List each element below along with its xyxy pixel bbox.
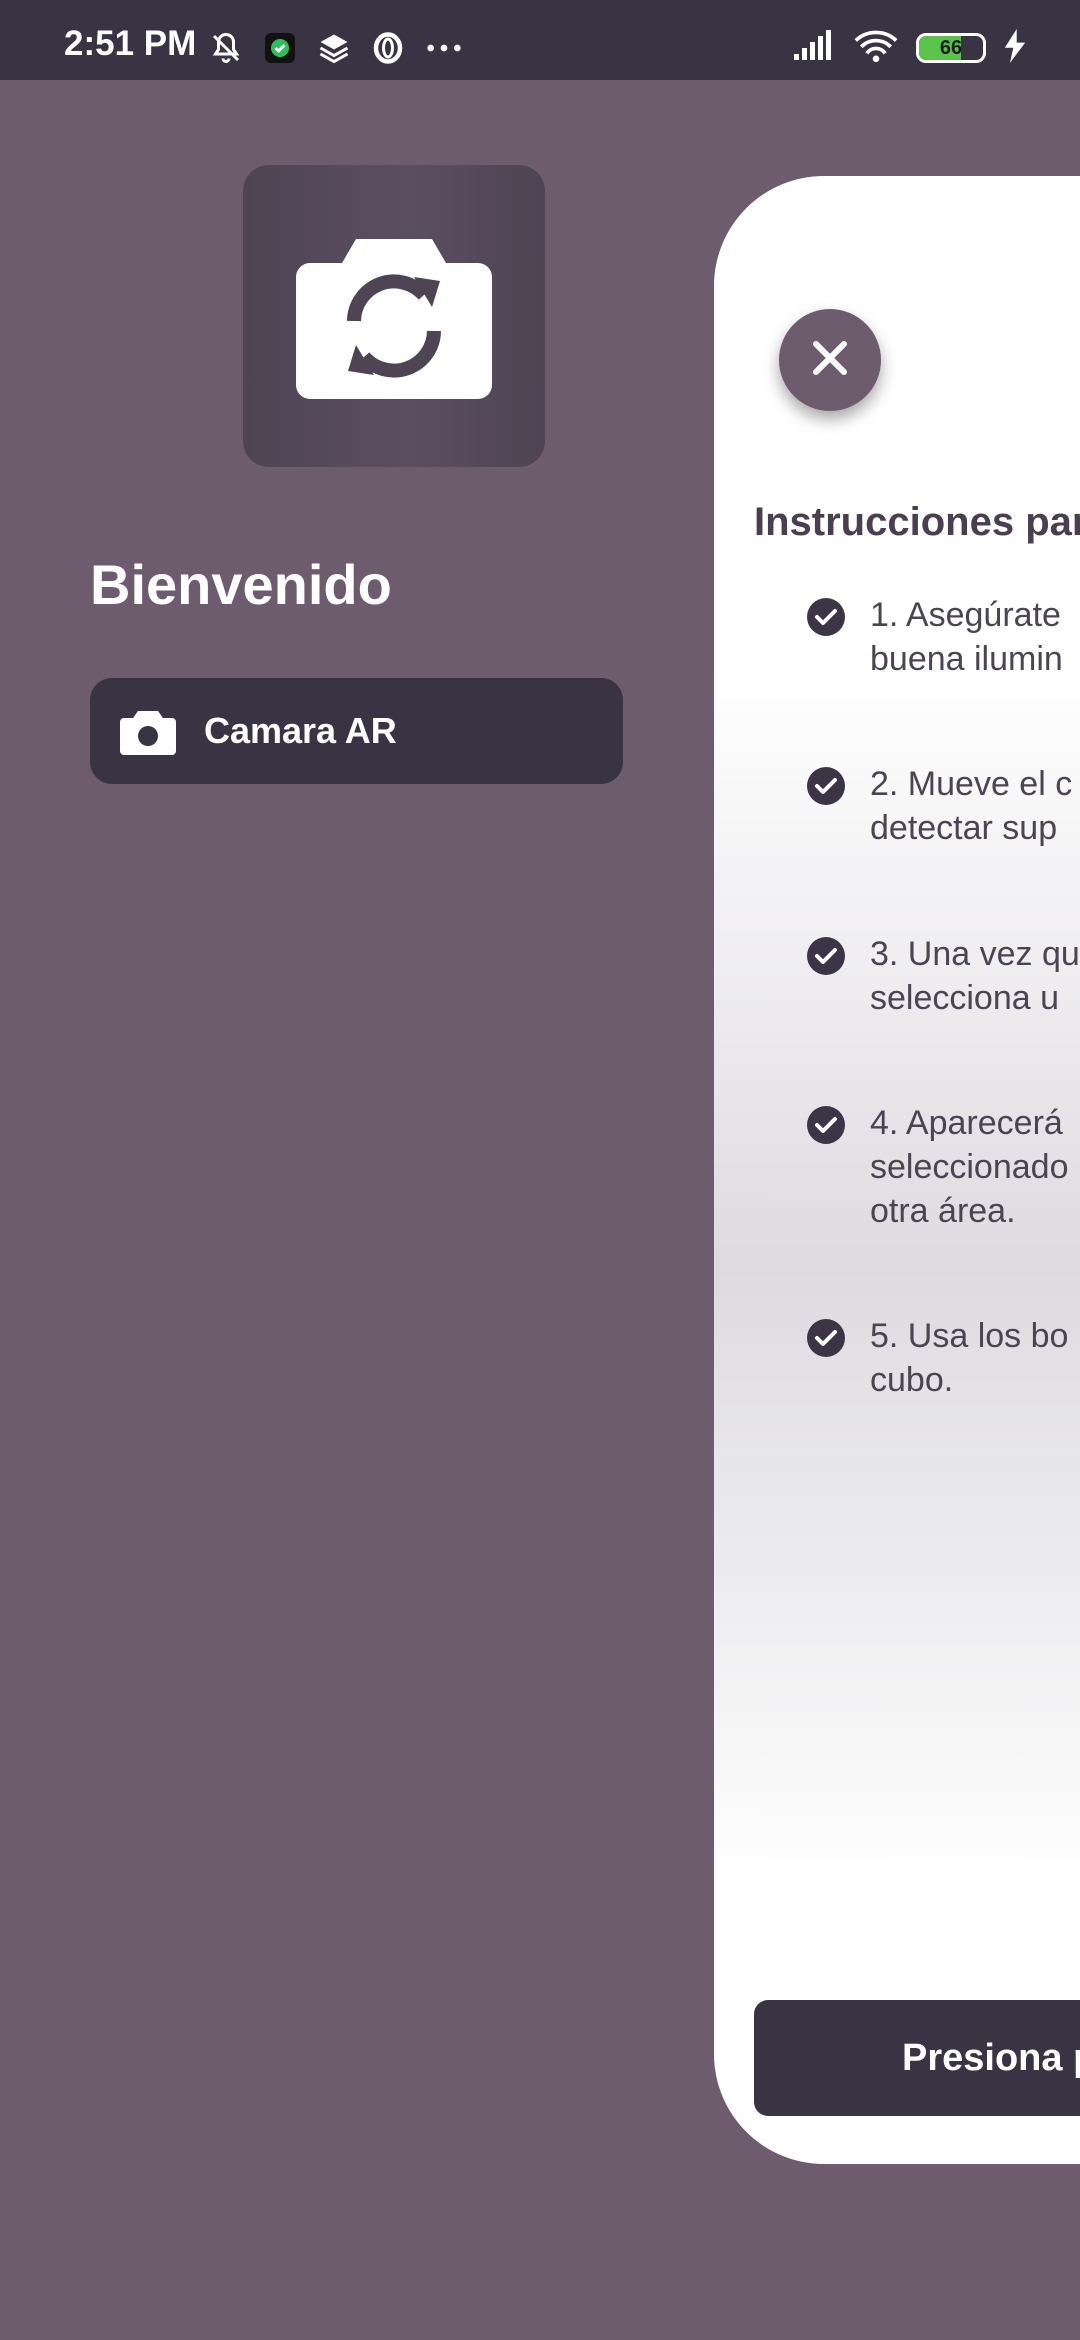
check-circle-icon — [806, 1318, 846, 1358]
notifications-off-icon — [208, 30, 244, 71]
camera-switch-icon — [296, 229, 492, 404]
battery-icon: 66 — [916, 33, 986, 63]
battery-level: 66 — [939, 36, 963, 59]
check-circle-icon — [806, 766, 846, 806]
instruction-step-text: 5. Usa los bo cubo. — [870, 1317, 1069, 1399]
instructions-title: Instrucciones par — [754, 500, 1080, 544]
instruction-step-4: 4. Aparecerá seleccionado otra área. — [806, 1101, 1080, 1233]
instruction-step-3: 3. Una vez qu selecciona u — [806, 932, 1080, 1020]
check-circle-icon — [806, 936, 846, 976]
status-icons-left — [208, 30, 464, 70]
instruction-step-text: 2. Mueve el c detectar sup — [870, 765, 1073, 847]
camera-ar-label: Camara AR — [204, 710, 397, 751]
instruction-step-text: 1. Asegúrate buena ilumin — [870, 596, 1063, 678]
camera-ar-button[interactable]: Camara AR — [90, 678, 623, 784]
layers-icon — [316, 30, 352, 71]
close-button[interactable] — [779, 309, 881, 411]
status-icons-right: 66 — [792, 28, 1026, 68]
signal-icon — [792, 29, 836, 67]
instruction-step-text: 4. Aparecerá seleccionado otra área. — [870, 1104, 1069, 1230]
instruction-step-2: 2. Mueve el c detectar sup — [806, 762, 1080, 850]
wifi-icon — [854, 29, 898, 68]
opera-icon — [370, 30, 406, 71]
security-app-icon — [262, 30, 298, 71]
start-button[interactable]: Presiona p — [754, 2000, 1080, 2116]
welcome-title: Bienvenido — [90, 553, 392, 616]
check-circle-icon — [806, 1105, 846, 1145]
check-circle-icon — [806, 597, 846, 637]
close-icon — [810, 338, 850, 383]
instruction-step-5: 5. Usa los bo cubo. — [806, 1314, 1080, 1402]
status-bar: 2:51 PM 66 — [0, 0, 1080, 80]
start-button-label: Presiona p — [902, 2036, 1080, 2079]
camera-icon — [120, 707, 176, 755]
charging-icon — [1004, 28, 1026, 68]
status-time: 2:51 PM — [64, 24, 197, 63]
app-logo — [243, 165, 545, 467]
instruction-step-1: 1. Asegúrate buena ilumin — [806, 593, 1080, 681]
more-icon — [424, 30, 464, 71]
instruction-step-text: 3. Una vez qu selecciona u — [870, 935, 1080, 1017]
instructions-sheet: Instrucciones par 1. Asegúrate buena ilu… — [714, 176, 1080, 2164]
